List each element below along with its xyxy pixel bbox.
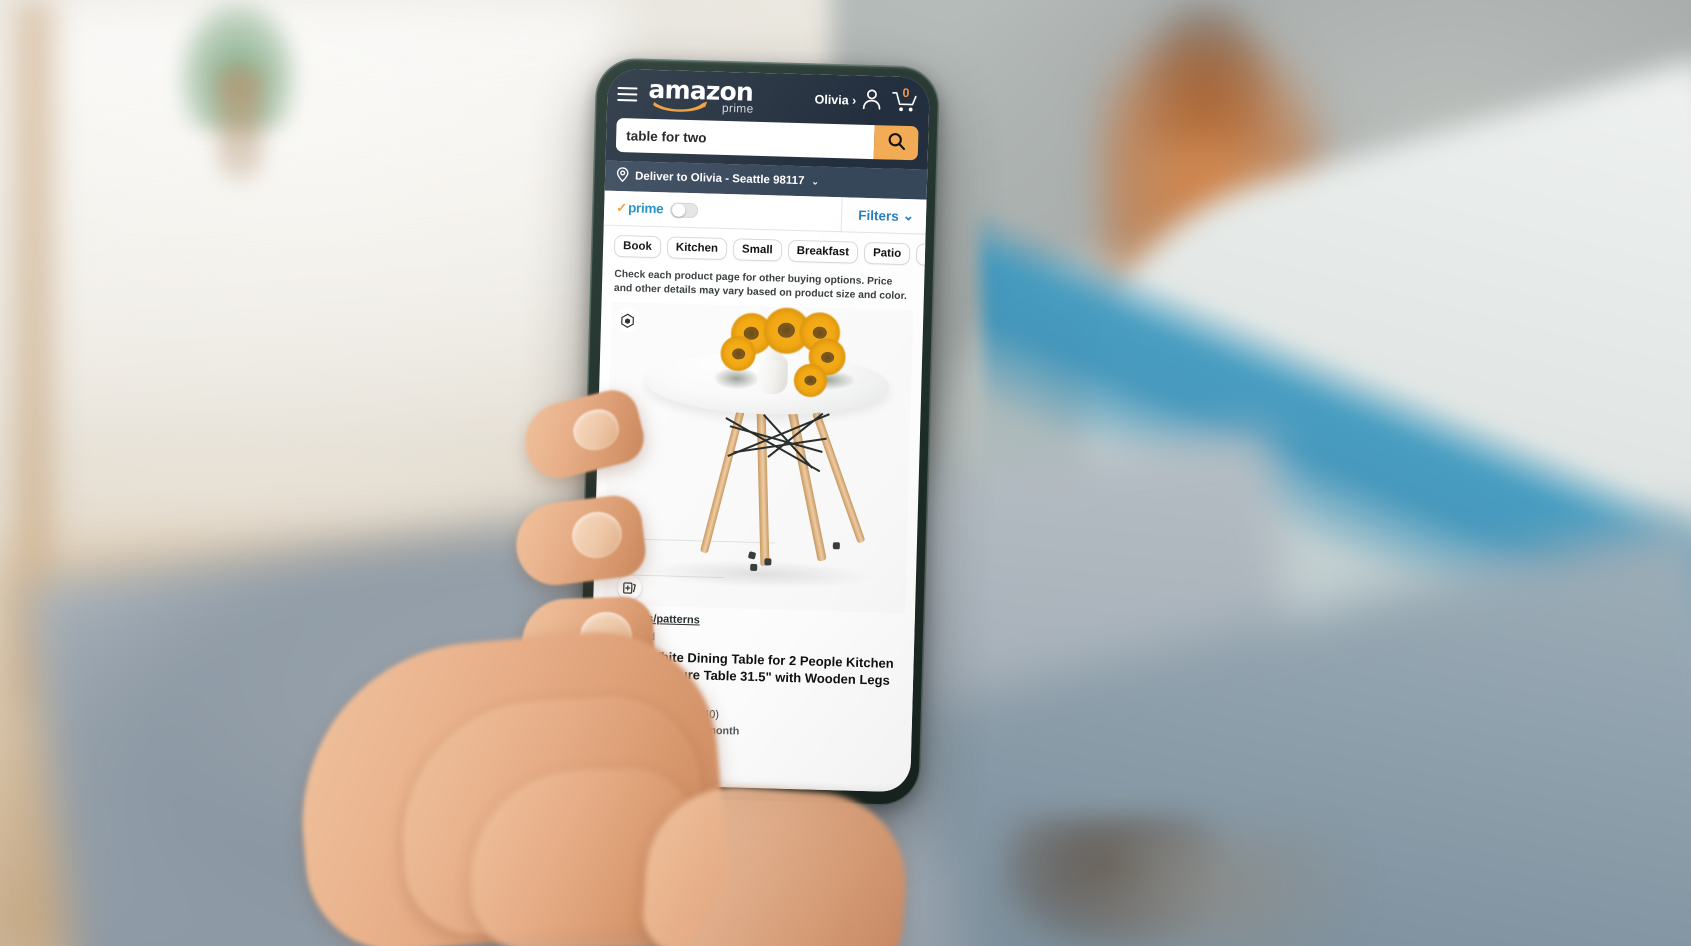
prime-label: prime bbox=[627, 200, 664, 217]
prime-badge: ✓ prime bbox=[616, 200, 664, 217]
account-menu[interactable]: Olivia › bbox=[814, 86, 882, 115]
location-pin-icon bbox=[616, 167, 629, 185]
search-bar[interactable] bbox=[615, 117, 919, 161]
cart-button[interactable]: 0 bbox=[891, 85, 920, 119]
background-shelf bbox=[0, 0, 620, 430]
filter-chip[interactable]: Small bbox=[732, 238, 782, 262]
filter-chip[interactable]: Kitchen bbox=[666, 236, 728, 261]
prime-toggle-switch[interactable] bbox=[670, 201, 699, 218]
deliver-to-label: Deliver to Olivia - Seattle 98117 bbox=[634, 170, 805, 188]
search-submit-button[interactable] bbox=[873, 125, 919, 161]
filter-chip[interactable]: Bistro bbox=[915, 243, 926, 267]
amazon-top-nav: amazon prime Olivia › 0 table for two bbox=[605, 68, 930, 170]
filters-button[interactable]: Filters ⌄ bbox=[840, 197, 915, 234]
background-sock bbox=[1061, 826, 1361, 946]
search-input[interactable] bbox=[615, 117, 875, 160]
prime-toggle-group[interactable]: ✓ prime bbox=[616, 200, 699, 218]
account-name-label: Olivia › bbox=[814, 92, 857, 108]
product-illustration bbox=[603, 302, 913, 613]
filters-label: Filters bbox=[858, 207, 899, 224]
amazon-logo[interactable]: amazon prime bbox=[648, 74, 754, 115]
chevron-down-icon: ⌄ bbox=[902, 207, 915, 224]
filter-chip[interactable]: Breakfast bbox=[787, 239, 859, 264]
cart-count-badge: 0 bbox=[902, 85, 910, 101]
shopping-cart-icon bbox=[891, 92, 919, 119]
background-vase bbox=[218, 70, 262, 180]
amazon-smile-icon bbox=[652, 98, 708, 113]
search-magnifier-icon bbox=[886, 131, 906, 154]
product-image[interactable] bbox=[603, 302, 914, 614]
prime-check-icon: ✓ bbox=[616, 199, 628, 216]
chevron-down-icon: ⌄ bbox=[811, 175, 820, 187]
account-person-icon bbox=[861, 87, 883, 115]
photo-scene: amazon prime Olivia › 0 table for two De… bbox=[0, 0, 1691, 946]
filter-chip[interactable]: Book bbox=[613, 234, 662, 259]
hamburger-menu-icon[interactable] bbox=[617, 86, 638, 102]
filter-chip[interactable]: Patio bbox=[863, 241, 911, 266]
